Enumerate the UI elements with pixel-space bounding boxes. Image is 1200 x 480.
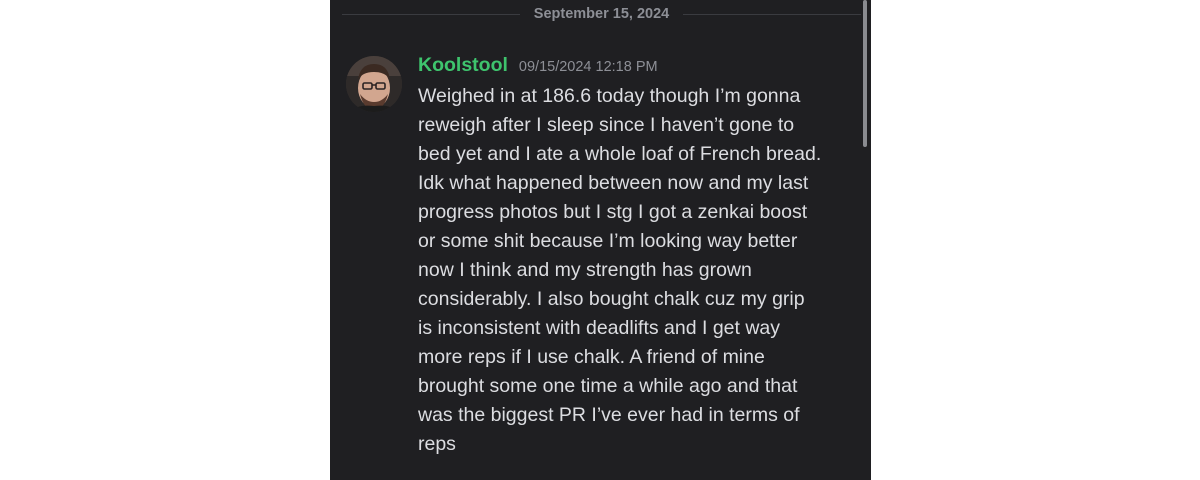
message-line: is inconsistent with deadlifts and I get… bbox=[418, 317, 781, 339]
message-line: progress photos but I stg I got a zenkai… bbox=[418, 201, 808, 223]
message-content: Weighed in at 186.6 today though I’m gon… bbox=[418, 82, 866, 459]
message-line: more reps if I use chalk. A friend of mi… bbox=[418, 346, 765, 368]
divider-line-right bbox=[683, 13, 862, 15]
date-divider: September 15, 2024 bbox=[342, 4, 862, 24]
message-line: was the biggest PR I’ve ever had in term… bbox=[418, 404, 800, 426]
username[interactable]: Koolstool bbox=[418, 54, 508, 77]
message-line: Weighed in at 186.6 today though I’m gon… bbox=[418, 85, 801, 107]
message-line: bed yet and I ate a whole loaf of French… bbox=[418, 143, 822, 165]
chat-panel: September 15, 2024 Koolstool 09/15/2024 … bbox=[330, 0, 871, 480]
divider-line-left bbox=[342, 13, 520, 15]
user-avatar-icon bbox=[346, 56, 402, 112]
message-line: or some shit because I’m looking way bet… bbox=[418, 230, 798, 252]
message-line: reps bbox=[418, 433, 456, 455]
avatar[interactable] bbox=[346, 56, 402, 112]
message-line: now I think and my strength has grown bbox=[418, 259, 752, 281]
divider-date: September 15, 2024 bbox=[533, 6, 670, 22]
message-line: brought some one time a while ago and th… bbox=[418, 375, 798, 397]
message-timestamp: 09/15/2024 12:18 PM bbox=[518, 59, 658, 75]
message-header: Koolstool 09/15/2024 12:18 PM bbox=[418, 54, 658, 78]
message-line: Idk what happened between now and my las… bbox=[418, 172, 809, 194]
message-line: considerably. I also bought chalk cuz my… bbox=[418, 288, 805, 310]
message-line: reweigh after I sleep since I haven’t go… bbox=[418, 114, 795, 136]
